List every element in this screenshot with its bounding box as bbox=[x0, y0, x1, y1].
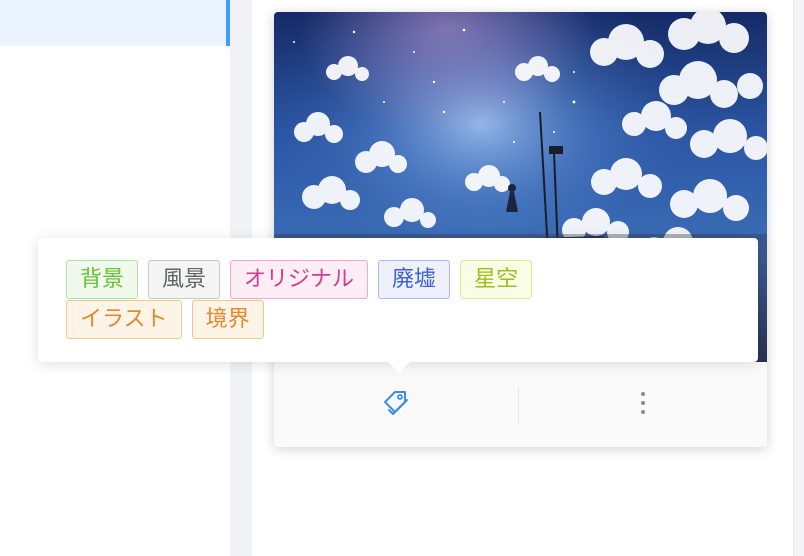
tag[interactable]: 星空 bbox=[460, 260, 533, 299]
tag-list: 背景 風景 オリジナル 廃墟 星空イラスト 境界 bbox=[66, 260, 626, 340]
right-column-edge bbox=[793, 0, 804, 556]
more-vertical-icon bbox=[638, 390, 648, 420]
tags-button[interactable] bbox=[274, 362, 518, 447]
card-footer bbox=[274, 362, 767, 447]
tag[interactable]: 背景 bbox=[66, 260, 139, 299]
tag[interactable]: イラスト bbox=[66, 300, 182, 339]
left-nav-active-item[interactable] bbox=[0, 0, 230, 46]
more-button[interactable] bbox=[519, 362, 767, 447]
tag[interactable]: 廃墟 bbox=[378, 260, 451, 299]
tag[interactable]: 風景 bbox=[148, 260, 221, 299]
popover-arrow bbox=[388, 362, 410, 373]
app-page: 背景 風景 オリジナル 廃墟 星空イラスト 境界 bbox=[0, 0, 804, 556]
image-card bbox=[274, 12, 767, 447]
tag[interactable]: オリジナル bbox=[230, 260, 369, 299]
tag-icon bbox=[381, 388, 411, 422]
tag[interactable]: 境界 bbox=[191, 300, 264, 339]
tags-popover: 背景 風景 オリジナル 廃墟 星空イラスト 境界 bbox=[38, 238, 758, 373]
